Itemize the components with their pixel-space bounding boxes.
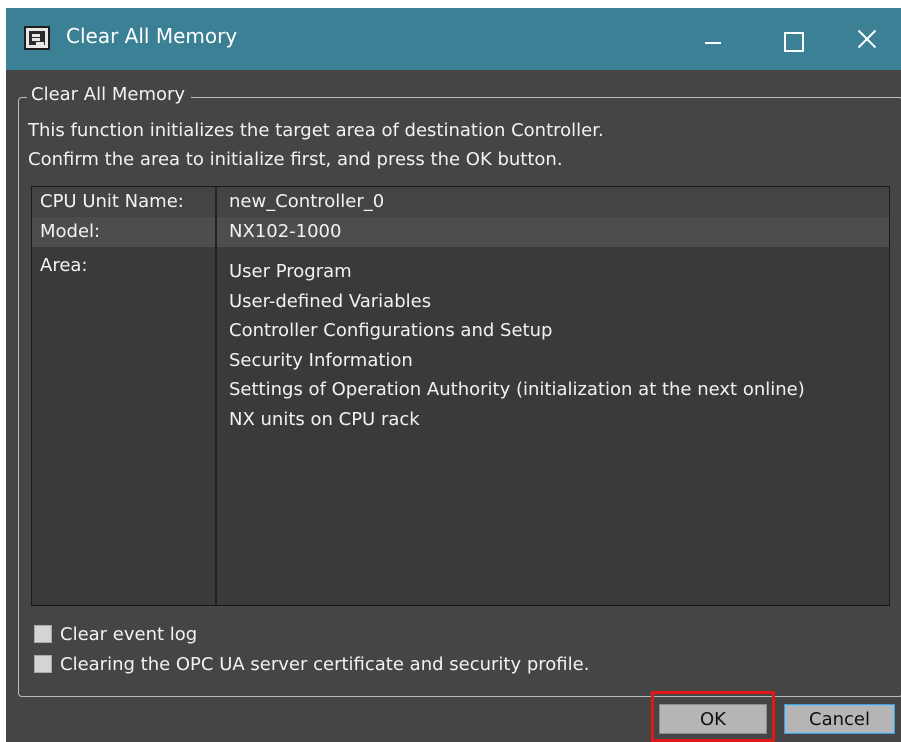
controller-info-table: CPU Unit Name: new_Controller_0 Model: N… [31, 186, 890, 606]
clear-event-log-checkbox[interactable] [34, 625, 52, 643]
group-legend: Clear All Memory [27, 84, 192, 105]
area-item-security-information: Security Information [229, 349, 413, 371]
cpu-unit-name-label: CPU Unit Name: [40, 191, 184, 212]
area-list: User Program User-defined Variables Cont… [229, 257, 805, 434]
controller-app-icon [24, 26, 50, 50]
maximize-icon[interactable] [772, 18, 818, 58]
description-line-1: This function initializes the target are… [28, 120, 604, 141]
title-bar[interactable]: Clear All Memory [6, 8, 901, 70]
clear-opc-ua-checkbox[interactable] [34, 655, 52, 673]
model-value: NX102-1000 [229, 221, 342, 242]
area-item-controller-configurations: Controller Configurations and Setup [229, 320, 553, 341]
area-item-operation-authority: Settings of Operation Authority (initial… [229, 379, 805, 400]
table-row-model [32, 217, 889, 247]
clear-opc-ua-option[interactable]: Clearing the OPC UA server certificate a… [34, 653, 589, 675]
clear-opc-ua-label[interactable]: Clearing the OPC UA server certificate a… [60, 654, 589, 675]
area-item-nx-units: NX units on CPU rack [229, 408, 420, 430]
area-item-user-defined-variables: User-defined Variables [229, 290, 432, 312]
cancel-button[interactable]: Cancel [784, 704, 895, 734]
area-label: Area: [40, 255, 88, 276]
ok-button[interactable]: OK [659, 704, 767, 734]
area-item-user-program: User Program [229, 261, 352, 282]
clear-event-log-label[interactable]: Clear event log [60, 624, 197, 645]
minimize-icon[interactable] [696, 18, 742, 58]
model-label: Model: [40, 221, 101, 242]
close-icon[interactable] [846, 18, 892, 58]
clear-event-log-option[interactable]: Clear event log [34, 623, 197, 645]
column-divider [215, 187, 217, 605]
window-title: Clear All Memory [66, 24, 238, 48]
clear-all-memory-dialog: Clear All Memory Clear All Memory This f… [6, 8, 901, 742]
description-line-2: Confirm the area to initialize first, an… [28, 149, 563, 170]
cpu-unit-name-value: new_Controller_0 [229, 191, 385, 212]
